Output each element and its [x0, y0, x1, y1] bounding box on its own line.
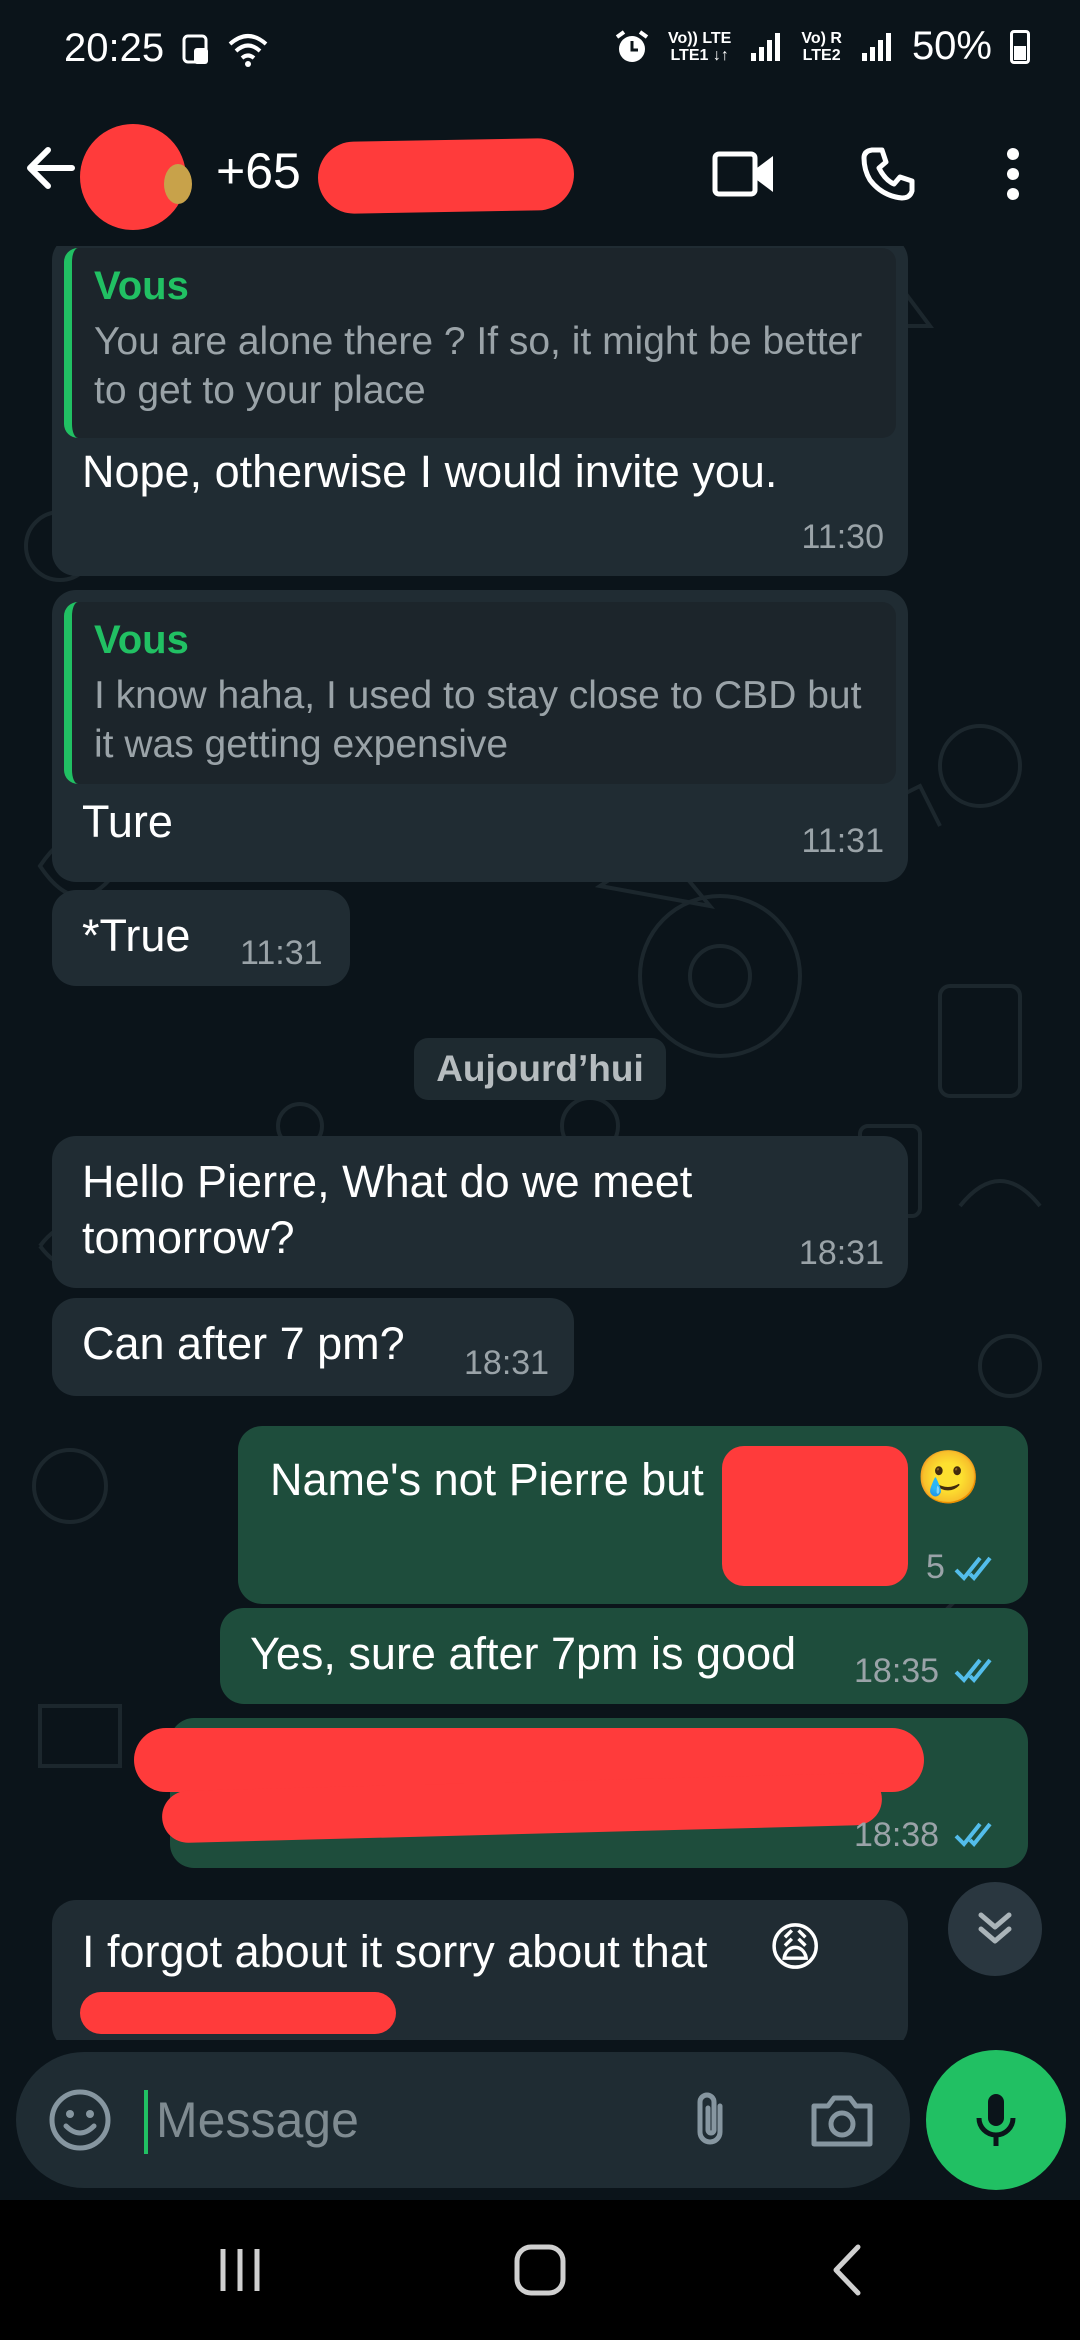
nav-back-icon: [833, 2244, 861, 2296]
read-receipt-icon: [954, 1658, 992, 1683]
message-text: Yes, sure after 7pm is good: [250, 1628, 797, 1679]
message-bubble[interactable]: *True 11:31: [52, 890, 350, 986]
recent-apps-button[interactable]: [200, 2238, 280, 2302]
message-text: Ture: [82, 796, 173, 847]
network-1-sub: LTE1 ↓↑: [670, 46, 729, 64]
text-caret: [144, 2090, 148, 2154]
voice-call-button[interactable]: [852, 138, 924, 210]
message-bubble[interactable]: Vous I know haha, I used to stay close t…: [52, 590, 908, 882]
network-2-label: Vo) R: [801, 29, 842, 47]
video-call-button[interactable]: [708, 138, 780, 210]
message-input-container[interactable]: [16, 2052, 910, 2188]
message-bubble[interactable]: Hello Pierre, What do we meet tomorrow? …: [52, 1136, 908, 1288]
redaction-mark: [80, 1992, 396, 2034]
message-text: Can after 7 pm?: [82, 1318, 405, 1369]
message-time: 11:31: [801, 822, 884, 860]
avatar[interactable]: [80, 124, 192, 230]
recent-apps-icon: [220, 2249, 260, 2291]
message-text: Hello Pierre, What do we meet tomorrow?: [82, 1156, 693, 1263]
status-left-icons: [180, 30, 270, 70]
battery-percent: 50%: [911, 24, 992, 68]
status-right: Vo)) LTE LTE1 ↓↑ Vo) R LTE2 50%: [614, 24, 1030, 69]
message-time: 18:35: [854, 1652, 940, 1690]
signal-1-icon: [751, 32, 781, 61]
message-time: 18:38: [854, 1816, 940, 1854]
redaction-mark: [317, 137, 575, 215]
scroll-to-bottom-button[interactable]: [948, 1882, 1042, 1976]
message-text: Name's not Pierre but: [270, 1454, 704, 1505]
message-composer: [0, 2040, 1080, 2200]
home-icon: [514, 2244, 566, 2296]
quoted-message[interactable]: Vous You are alone there ? If so, it mig…: [64, 248, 896, 438]
message-bubble-outgoing[interactable]: 18:38: [134, 1718, 1028, 1868]
emoji-icon[interactable]: [46, 2086, 114, 2154]
network-1-label: Vo)) LTE: [667, 29, 732, 47]
message-bubble[interactable]: I forgot about it sorry about that 😩: [52, 1900, 908, 2040]
message-emoji: 😩: [768, 1919, 823, 1977]
quote-text: You are alone there ? If so, it might be…: [94, 320, 863, 412]
message-time: 18:31: [798, 1234, 884, 1272]
message-emoji: 🥲: [916, 1449, 981, 1507]
contact-name[interactable]: +65: [216, 142, 301, 200]
more-options-button[interactable]: [978, 138, 1048, 210]
signal-2-icon: [861, 32, 891, 61]
home-button[interactable]: [500, 2238, 580, 2302]
message-time: 11:31: [240, 934, 323, 972]
battery-icon: [1010, 29, 1030, 64]
chat-area[interactable]: Vous You are alone there ? If so, it mig…: [0, 246, 1080, 2040]
more-options-icon: [1007, 148, 1019, 200]
alarm-icon: [615, 29, 649, 62]
redaction-mark: [722, 1446, 908, 1586]
quote-text: I know haha, I used to stay close to CBD…: [94, 674, 862, 766]
read-receipt-icon: [954, 1822, 992, 1847]
network-2-sub: LTE2: [802, 46, 841, 64]
quoted-message[interactable]: Vous I know haha, I used to stay close t…: [64, 602, 896, 784]
message-time: 5: [926, 1548, 945, 1586]
quote-author: Vous: [94, 618, 189, 662]
status-bar: 20:25 Vo)) LTE LTE1 ↓↑ Vo) R LTE2 50%: [0, 0, 1080, 100]
camera-icon[interactable]: [806, 2086, 878, 2154]
back-button[interactable]: [808, 2238, 888, 2302]
system-navigation-bar: [0, 2200, 1080, 2340]
quote-author: Vous: [94, 264, 189, 308]
read-receipt-icon: [954, 1556, 992, 1581]
video-call-icon: [712, 151, 773, 197]
message-input[interactable]: [156, 2082, 656, 2158]
double-chevron-down-icon: [978, 1912, 1012, 1944]
message-bubble[interactable]: Vous You are alone there ? If so, it mig…: [52, 246, 908, 576]
notification-icon: [182, 34, 208, 64]
network-2: Vo) R LTE2: [801, 30, 842, 64]
chat-header: +65: [0, 100, 1080, 246]
message-bubble-outgoing[interactable]: Name's not Pierre but 🥲 5: [238, 1426, 1028, 1604]
network-1: Vo)) LTE LTE1 ↓↑: [668, 30, 731, 64]
back-arrow-icon[interactable]: [22, 140, 78, 196]
attach-icon[interactable]: [676, 2086, 744, 2154]
date-separator: Aujourd’hui: [414, 1038, 666, 1100]
message-bubble-outgoing[interactable]: Yes, sure after 7pm is good 18:35: [220, 1608, 1028, 1704]
wifi-icon: [228, 34, 268, 67]
message-text: I forgot about it sorry about that: [82, 1926, 708, 1977]
mic-icon: [976, 2094, 1016, 2146]
message-time: 18:31: [464, 1344, 550, 1382]
message-time: 11:30: [801, 518, 884, 556]
message-text: *True: [82, 910, 191, 961]
message-text: Nope, otherwise I would invite you.: [82, 446, 778, 497]
status-time: 20:25: [64, 26, 165, 70]
phone-icon: [861, 147, 915, 201]
voice-message-button[interactable]: [926, 2050, 1066, 2190]
message-bubble[interactable]: Can after 7 pm? 18:31: [52, 1298, 574, 1396]
